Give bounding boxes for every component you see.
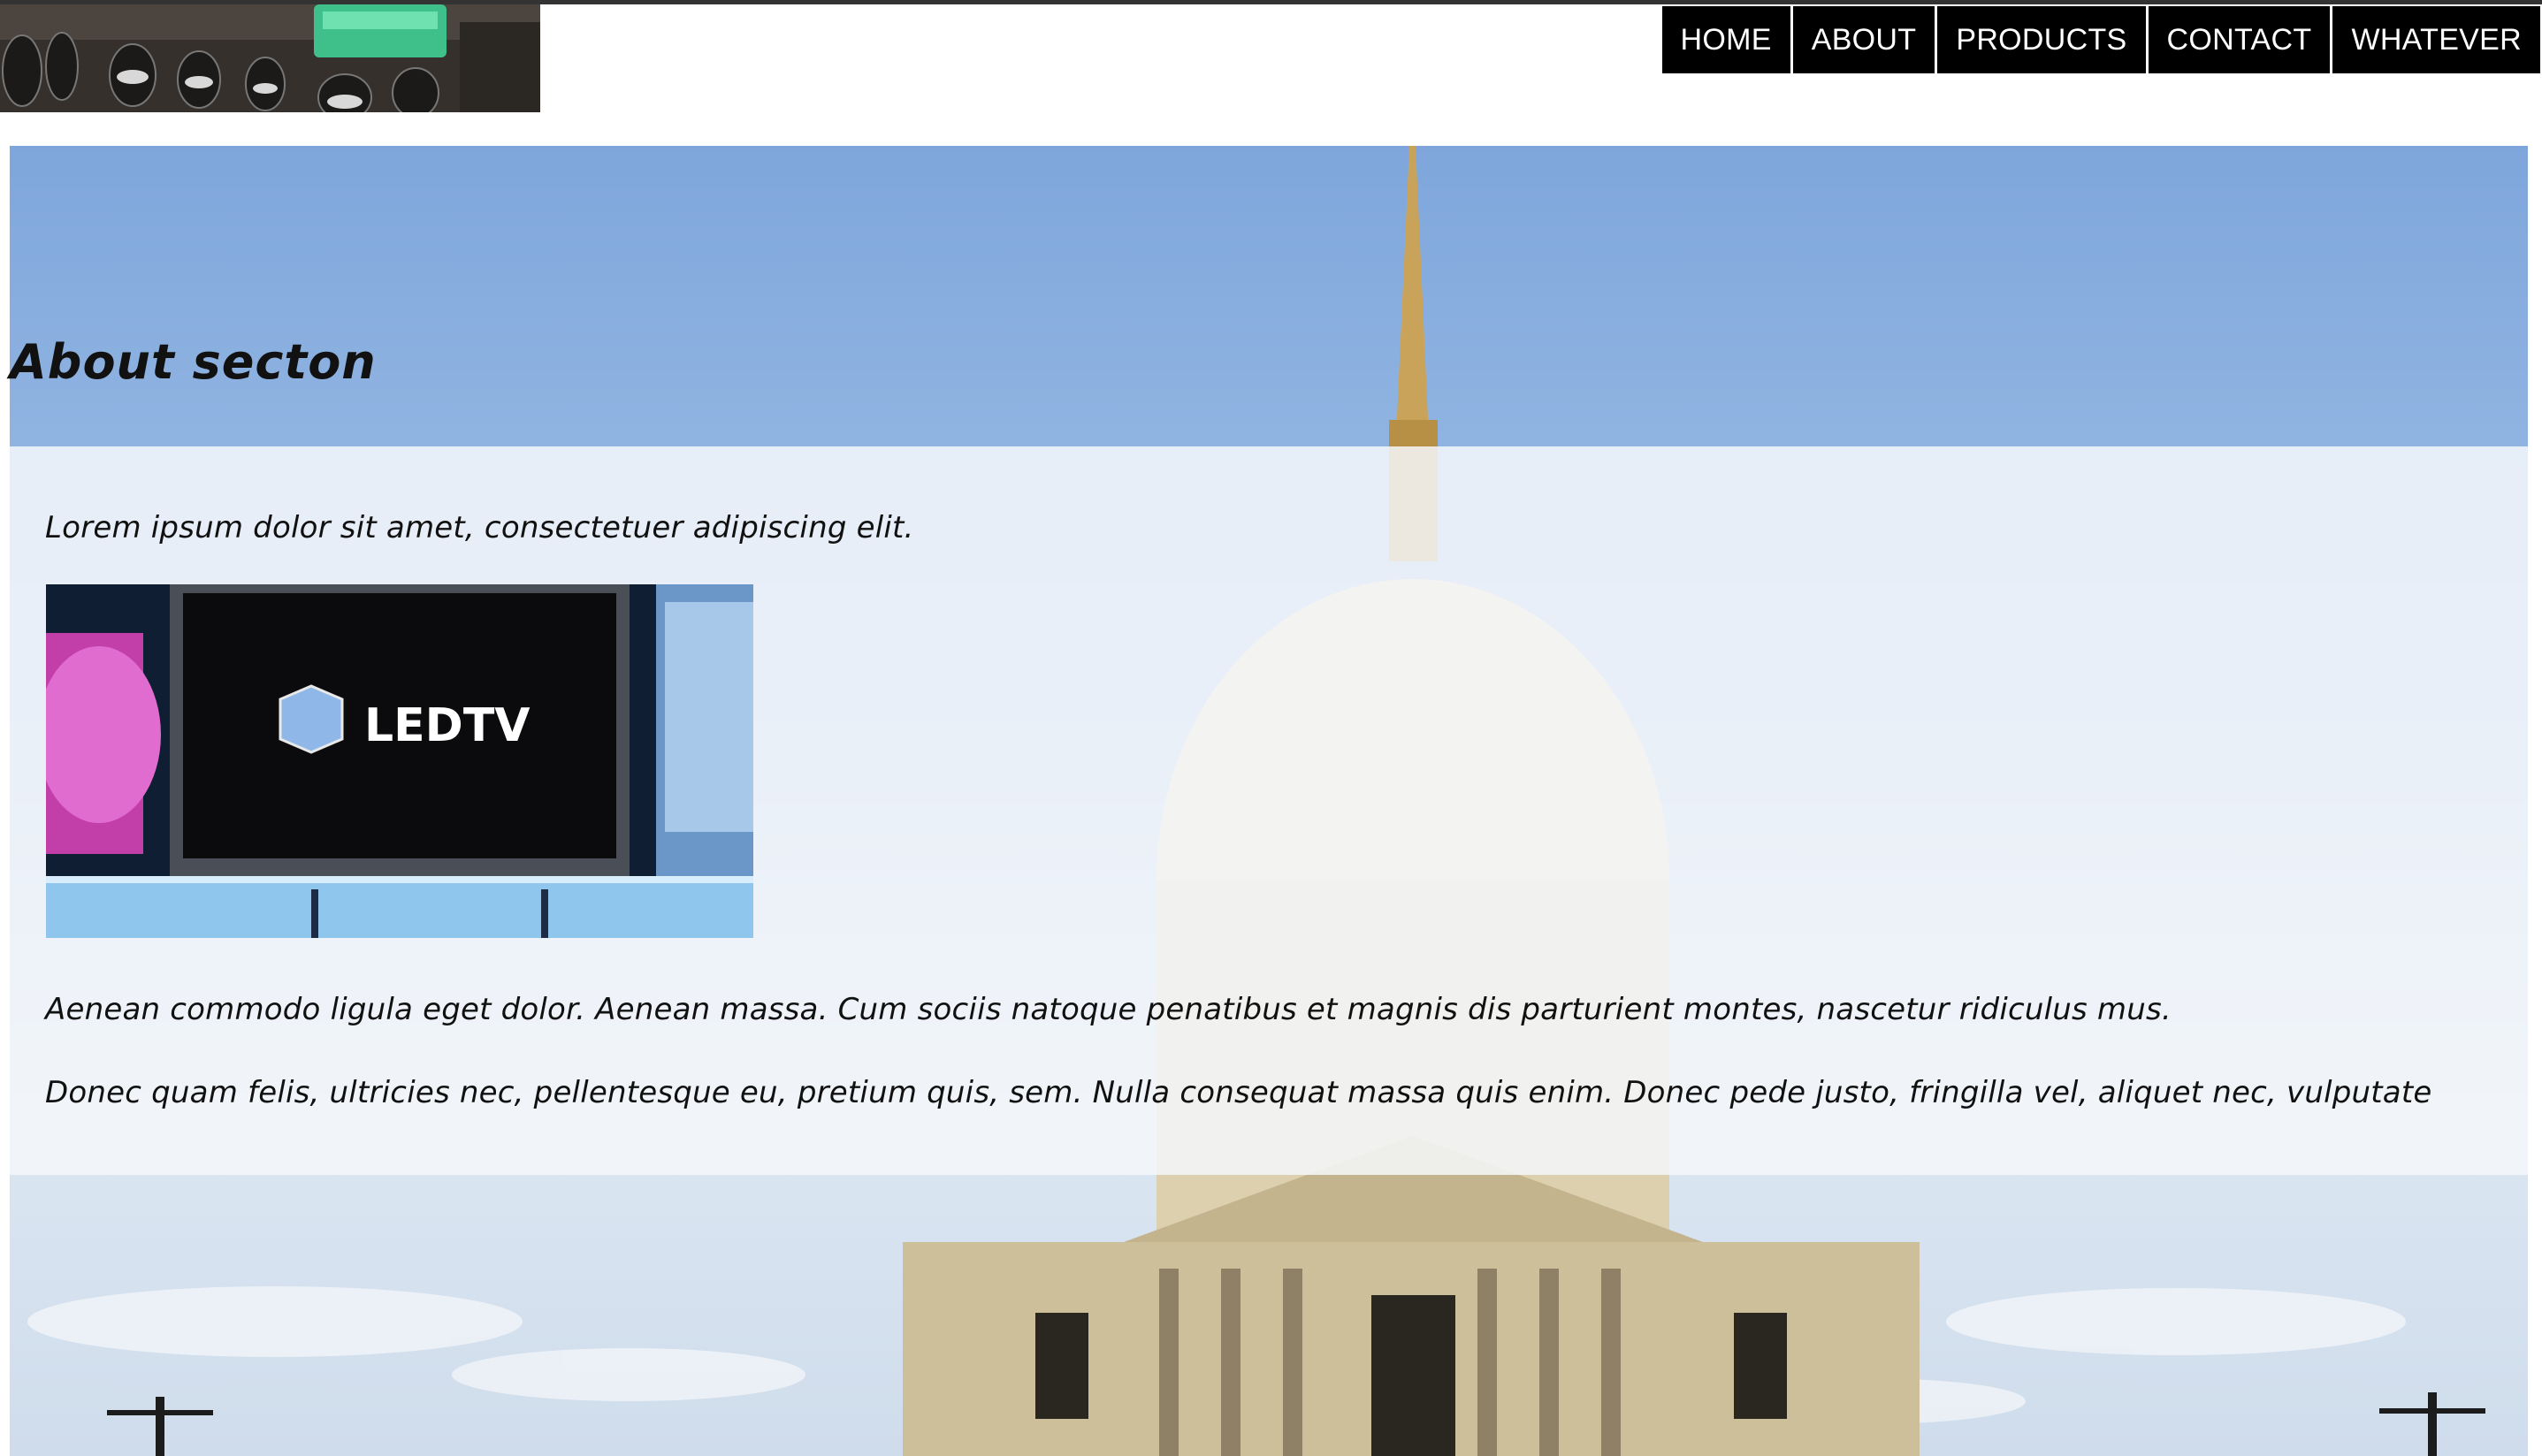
electronics-photo — [0, 4, 540, 112]
nav-home[interactable]: HOME — [1661, 6, 1790, 73]
nav-contact[interactable]: CONTACT — [2148, 6, 2331, 73]
paragraph-2: Donec quam felis, ultricies nec, pellent… — [45, 1075, 2432, 1110]
main-nav: HOME ABOUT PRODUCTS CONTACT WHATEVER — [1661, 6, 2540, 73]
logo-banner-image[interactable] — [0, 4, 540, 112]
page: HOME ABOUT PRODUCTS CONTACT WHATEVER Abo… — [0, 0, 2542, 1456]
nav-whatever[interactable]: WHATEVER — [2332, 6, 2540, 73]
about-content-panel: Lorem ipsum dolor sit amet, consectetuer… — [10, 446, 2528, 1175]
intro-text: Lorem ipsum dolor sit amet, consectetuer… — [45, 510, 914, 545]
led-tv-photo: LEDTV — [46, 584, 753, 938]
section-title: About secton — [10, 334, 377, 390]
led-tv-image: LEDTV — [46, 584, 753, 938]
led-tv-logo-text: LEDTV — [364, 699, 531, 752]
nav-about[interactable]: ABOUT — [1792, 6, 1935, 73]
nav-products[interactable]: PRODUCTS — [1937, 6, 2146, 73]
paragraph-1: Aenean commodo ligula eget dolor. Aenean… — [45, 992, 2172, 1027]
